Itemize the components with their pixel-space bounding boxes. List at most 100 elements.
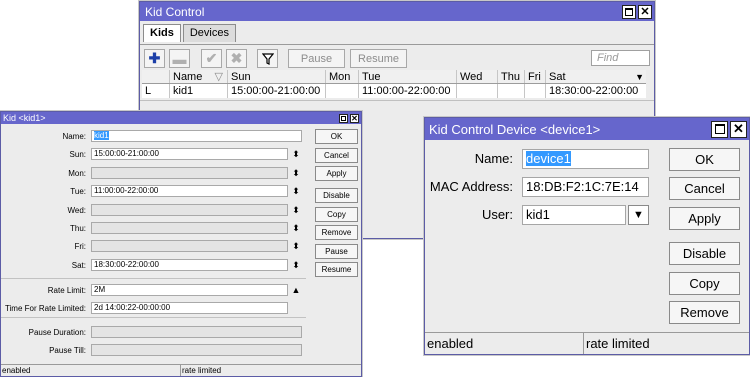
- column-header-mon[interactable]: Mon: [326, 70, 359, 83]
- column-header-sat[interactable]: Sat ▼: [546, 70, 646, 83]
- row-thu: [498, 84, 525, 98]
- pause-till-row: Pause Till:: [1, 344, 363, 357]
- apply-button[interactable]: Apply: [315, 166, 358, 181]
- column-header-wed[interactable]: Wed: [457, 70, 498, 83]
- toolbar: ✚ ▬ ✔ ✖ Pause Resume Find: [140, 44, 654, 70]
- close-button[interactable]: ✕: [730, 120, 747, 138]
- sun-row: Sun: 15:00:00-21:00:00 ⬍: [1, 148, 363, 161]
- rate-limit-expand-icon[interactable]: ▲: [291, 284, 301, 296]
- disable-button[interactable]: Disable: [315, 188, 358, 203]
- column-header-sun[interactable]: Sun: [228, 70, 326, 83]
- maximize-button[interactable]: [711, 120, 728, 138]
- maximize-icon: [341, 115, 346, 121]
- column-header-thu[interactable]: Thu: [498, 70, 525, 83]
- pause-duration-field: [91, 326, 302, 338]
- maximize-button[interactable]: [339, 113, 348, 123]
- column-header-tue[interactable]: Tue: [359, 70, 457, 83]
- wed-spinner-icon[interactable]: ⬍: [291, 204, 301, 216]
- device-window: Kid Control Device <device1> ✕ Name: dev…: [424, 117, 750, 355]
- close-icon: ✕: [640, 6, 650, 18]
- copy-button[interactable]: Copy: [669, 272, 740, 295]
- row-tue: 11:00:00-22:00:00: [359, 84, 457, 98]
- remove-button[interactable]: Remove: [315, 225, 358, 240]
- remove-button[interactable]: ▬: [169, 49, 190, 68]
- thu-label: Thu:: [69, 224, 86, 233]
- tue-spinner-icon[interactable]: ⬍: [291, 185, 301, 197]
- thu-row: Thu: ⬍: [1, 222, 363, 235]
- divider: [1, 278, 306, 279]
- ok-button[interactable]: OK: [315, 129, 358, 144]
- resume-button[interactable]: Resume: [315, 262, 358, 277]
- mon-field[interactable]: [91, 167, 288, 179]
- kid-titlebar[interactable]: Kid <kid1> ✕: [1, 112, 361, 124]
- resume-button[interactable]: Resume: [350, 49, 407, 68]
- fri-field[interactable]: [91, 240, 288, 252]
- column-header-name[interactable]: Name ▽: [170, 70, 228, 83]
- pause-button[interactable]: Pause: [288, 49, 345, 68]
- thu-field[interactable]: [91, 222, 288, 234]
- add-button[interactable]: ✚: [144, 49, 165, 68]
- thu-spinner-icon[interactable]: ⬍: [291, 222, 301, 234]
- copy-button[interactable]: Copy: [315, 207, 358, 222]
- close-icon: ✕: [351, 113, 358, 123]
- dropdown-icon[interactable]: ▼: [628, 205, 649, 225]
- close-icon: ✕: [733, 121, 744, 136]
- filter-button[interactable]: [257, 49, 278, 68]
- device-titlebar[interactable]: Kid Control Device <device1> ✕: [425, 118, 749, 140]
- apply-button[interactable]: Apply: [669, 207, 740, 230]
- column-header-fri[interactable]: Fri: [525, 70, 546, 83]
- find-input[interactable]: Find: [591, 50, 650, 66]
- pause-till-label: Pause Till:: [49, 346, 86, 355]
- status-rate-limited: rate limited: [182, 366, 222, 375]
- sat-spinner-icon[interactable]: ⬍: [291, 259, 301, 271]
- check-icon: ✔: [205, 50, 218, 66]
- fri-row: Fri: ⬍: [1, 240, 363, 253]
- cancel-button[interactable]: Cancel: [669, 177, 740, 200]
- tab-devices[interactable]: Devices: [182, 24, 236, 42]
- time-for-rate-limited-label: Time For Rate Limited:: [4, 304, 86, 313]
- pause-button[interactable]: Pause: [315, 244, 358, 259]
- table-row[interactable]: L kid1 15:00:00-21:00:00 11:00:00-22:00:…: [142, 84, 646, 98]
- close-button[interactable]: ✕: [638, 4, 652, 19]
- tab-kids[interactable]: Kids: [143, 24, 181, 42]
- disable-button[interactable]: Disable: [669, 242, 740, 265]
- name-field[interactable]: kid1: [91, 130, 302, 142]
- device-name-field[interactable]: device1: [522, 149, 649, 169]
- ok-button[interactable]: OK: [669, 148, 740, 171]
- mac-address-label: MAC Address:: [429, 179, 513, 194]
- column-menu-icon[interactable]: ▼: [635, 70, 644, 83]
- tue-label: Tue:: [70, 187, 86, 196]
- enable-button[interactable]: ✔: [201, 49, 222, 68]
- mon-label: Mon:: [68, 169, 86, 178]
- divider: [1, 317, 306, 318]
- sat-field[interactable]: 18:30:00-22:00:00: [91, 259, 288, 271]
- kid-window: Kid <kid1> ✕ Name: kid1 Sun: 15:00:00-21…: [0, 111, 362, 377]
- funnel-icon: [261, 52, 274, 65]
- sat-label: Sat:: [71, 261, 86, 270]
- sun-spinner-icon[interactable]: ⬍: [291, 148, 301, 160]
- row-wed: [457, 84, 498, 98]
- time-for-rate-limited-field[interactable]: 2d 14:00:22-00:00:00: [91, 302, 288, 314]
- mon-spinner-icon[interactable]: ⬍: [291, 167, 301, 179]
- kid-control-titlebar[interactable]: Kid Control ✕: [140, 2, 654, 21]
- cancel-button[interactable]: Cancel: [315, 148, 358, 163]
- wed-label: Wed:: [67, 206, 86, 215]
- status-rate-limited: rate limited: [586, 336, 650, 351]
- window-title: Kid Control Device <device1>: [429, 121, 601, 137]
- remove-button[interactable]: Remove: [669, 301, 740, 324]
- plus-icon: ✚: [148, 50, 161, 66]
- column-header-flag[interactable]: [142, 70, 170, 83]
- wed-field[interactable]: [91, 204, 288, 216]
- mac-address-field[interactable]: 18:DB:F2:1C:7E:14: [522, 177, 649, 197]
- rate-limit-field[interactable]: 2M: [91, 284, 288, 296]
- user-select[interactable]: kid1: [522, 205, 626, 225]
- sort-icon: ▽: [214, 71, 223, 83]
- close-button[interactable]: ✕: [350, 113, 359, 123]
- tue-field[interactable]: 11:00:00-22:00:00: [91, 185, 288, 197]
- kids-table: Name ▽ Sun Mon Tue Wed Thu Fri Sat ▼ L k…: [142, 70, 646, 98]
- disable-button[interactable]: ✖: [226, 49, 247, 68]
- minus-icon: ▬: [172, 50, 187, 67]
- sun-field[interactable]: 15:00:00-21:00:00: [91, 148, 288, 160]
- maximize-button[interactable]: [622, 4, 636, 19]
- fri-spinner-icon[interactable]: ⬍: [291, 240, 301, 252]
